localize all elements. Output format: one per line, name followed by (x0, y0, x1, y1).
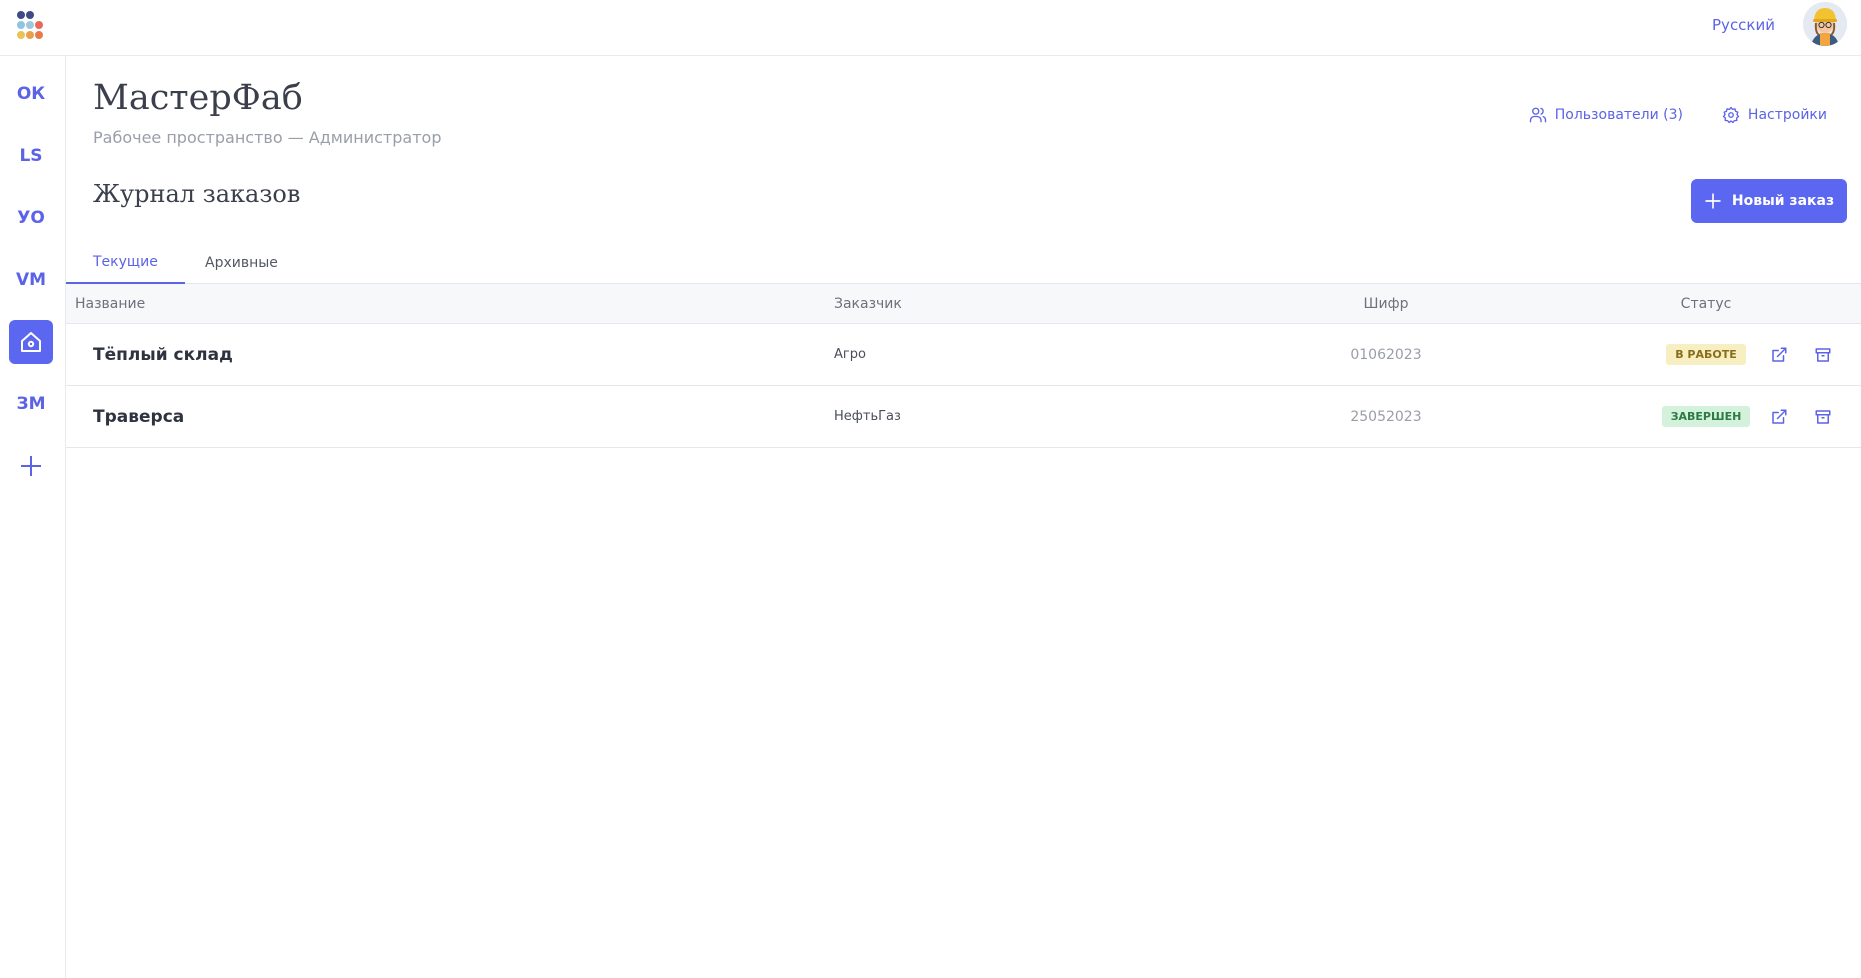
column-name[interactable]: Название (75, 284, 145, 323)
sidebar-add-workspace[interactable] (9, 444, 53, 488)
archive-icon (1815, 409, 1831, 424)
order-code: 01062023 (1350, 346, 1422, 363)
sidebar-item-uo[interactable]: УО (9, 196, 53, 240)
workspace-sidebar: ОК LS УО VM ЗМ (0, 56, 66, 978)
language-switch[interactable]: Русский (1712, 16, 1775, 34)
status-badge: В РАБОТЕ (1666, 344, 1746, 365)
table-header: Название Заказчик Шифр Статус (66, 284, 1861, 324)
users-icon (1529, 107, 1546, 123)
new-order-label: Новый заказ (1731, 193, 1835, 209)
users-link[interactable]: Пользователи (3) (1529, 106, 1683, 124)
settings-link-label: Настройки (1747, 107, 1827, 123)
workspace-subtitle: Рабочее пространство — Администратор (93, 128, 442, 147)
archive-order-button[interactable] (1811, 324, 1835, 385)
app-logo[interactable] (16, 10, 48, 40)
column-status[interactable]: Статус (1666, 284, 1746, 323)
plus-icon (21, 456, 41, 476)
sidebar-item-home[interactable] (9, 320, 53, 364)
gear-icon (1722, 106, 1740, 124)
sidebar-item-ok[interactable]: ОК (9, 72, 53, 116)
order-customer: Агро (834, 347, 866, 362)
order-name[interactable]: Тёплый склад (93, 324, 233, 385)
column-code[interactable]: Шифр (1316, 284, 1456, 323)
column-customer[interactable]: Заказчик (834, 284, 902, 323)
main-content: МастерФаб Рабочее пространство — Админис… (66, 56, 1861, 978)
user-avatar[interactable] (1803, 2, 1847, 46)
users-link-label: Пользователи (3) (1554, 107, 1683, 123)
order-name[interactable]: Траверса (93, 386, 184, 447)
sidebar-item-ls[interactable]: LS (9, 134, 53, 178)
order-code: 25052023 (1350, 408, 1422, 425)
workspace-title: МастерФаб (93, 78, 303, 118)
status-badge: ЗАВЕРШЕН (1661, 406, 1751, 427)
tab-current[interactable]: Текущие (66, 242, 185, 284)
archive-order-button[interactable] (1811, 386, 1835, 447)
orders-tabs: Текущие Архивные (66, 242, 1861, 284)
sidebar-item-vm[interactable]: VM (9, 258, 53, 302)
top-bar: Русский (0, 0, 1861, 56)
order-customer: НефтьГаз (834, 409, 901, 424)
status-cell: В РАБОТЕ (1666, 324, 1746, 385)
settings-link[interactable]: Настройки (1722, 106, 1827, 124)
table-row[interactable]: Тёплый склад Агро 01062023 В РАБОТЕ (66, 324, 1861, 386)
open-order-button[interactable] (1767, 324, 1791, 385)
orders-title: Журнал заказов (93, 180, 301, 208)
home-icon (21, 332, 41, 352)
status-cell: ЗАВЕРШЕН (1661, 386, 1751, 447)
archive-icon (1815, 347, 1831, 362)
external-link-icon (1772, 347, 1787, 362)
open-order-button[interactable] (1767, 386, 1791, 447)
table-row[interactable]: Траверса НефтьГаз 25052023 ЗАВЕРШЕН (66, 386, 1861, 448)
new-order-button[interactable]: Новый заказ (1691, 179, 1847, 223)
tab-archived[interactable]: Архивные (178, 242, 305, 284)
plus-icon (1705, 193, 1721, 209)
external-link-icon (1772, 409, 1787, 424)
sidebar-item-zm[interactable]: ЗМ (9, 382, 53, 426)
